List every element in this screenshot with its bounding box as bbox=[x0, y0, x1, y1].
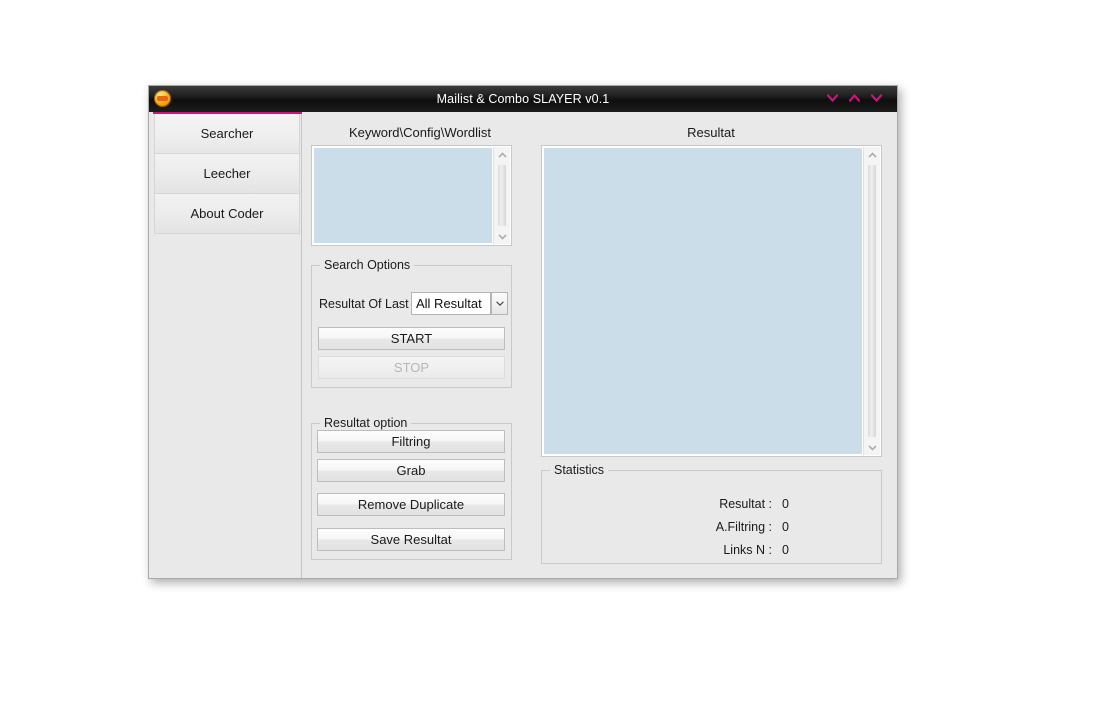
sidebar-item-about-coder[interactable]: About Coder bbox=[154, 194, 300, 234]
minimize-button[interactable] bbox=[823, 90, 841, 108]
filtring-button[interactable]: Filtring bbox=[317, 430, 505, 453]
sidebar-item-label: Leecher bbox=[204, 166, 251, 181]
left-panel: Keyword\Config\Wordlist Search Options bbox=[303, 112, 537, 578]
resultat-of-last-select[interactable]: All Resultat bbox=[411, 292, 491, 315]
start-button[interactable]: START bbox=[318, 327, 505, 350]
wordlist-scrollbar[interactable] bbox=[493, 147, 510, 244]
save-resultat-button[interactable]: Save Resultat bbox=[317, 528, 505, 551]
sidebar: Searcher Leecher About Coder bbox=[149, 112, 302, 578]
right-panel: Resultat Statistics Resulta bbox=[537, 112, 897, 578]
statistics-group: Statistics Resultat : 0 A.Filtring : 0 L… bbox=[541, 470, 882, 564]
chevron-down-icon[interactable] bbox=[491, 292, 508, 315]
grab-button[interactable]: Grab bbox=[317, 459, 505, 482]
resultat-caption: Resultat bbox=[537, 125, 885, 140]
application-window: Mailist & Combo SLAYER v0.1 Searcher bbox=[148, 85, 898, 579]
remove-duplicate-button[interactable]: Remove Duplicate bbox=[317, 493, 505, 516]
statistics-title: Statistics bbox=[550, 463, 608, 477]
resultat-output[interactable] bbox=[544, 148, 862, 454]
resultat-scrollbar[interactable] bbox=[863, 147, 880, 455]
scroll-down-icon[interactable] bbox=[494, 229, 510, 244]
stat-label-links-n: Links N : bbox=[542, 543, 772, 557]
table-row: Resultat : 0 bbox=[542, 497, 881, 517]
sidebar-item-label: Searcher bbox=[201, 126, 254, 141]
resultat-textarea-frame bbox=[541, 145, 882, 457]
table-row: A.Filtring : 0 bbox=[542, 520, 881, 540]
window-client-area: Searcher Leecher About Coder Keyword\Con… bbox=[149, 112, 897, 578]
stop-button[interactable]: STOP bbox=[318, 356, 505, 379]
stat-value-resultat: 0 bbox=[782, 497, 789, 511]
stat-label-resultat: Resultat : bbox=[542, 497, 772, 511]
stat-value-links-n: 0 bbox=[782, 543, 789, 557]
window-title: Mailist & Combo SLAYER v0.1 bbox=[149, 86, 897, 112]
stat-label-afiltring: A.Filtring : bbox=[542, 520, 772, 534]
scroll-up-icon[interactable] bbox=[494, 147, 510, 162]
chevron-up-icon bbox=[849, 94, 860, 102]
table-row: Links N : 0 bbox=[542, 543, 881, 563]
title-bar[interactable]: Mailist & Combo SLAYER v0.1 bbox=[149, 86, 897, 112]
search-options-title: Search Options bbox=[320, 258, 414, 272]
sidebar-item-leecher[interactable]: Leecher bbox=[154, 154, 300, 194]
scroll-down-icon[interactable] bbox=[864, 440, 880, 455]
maximize-button[interactable] bbox=[845, 90, 863, 108]
chevron-down-icon bbox=[827, 94, 838, 102]
stat-value-afiltring: 0 bbox=[782, 520, 789, 534]
scroll-up-icon[interactable] bbox=[864, 147, 880, 162]
scrollbar-thumb[interactable] bbox=[868, 165, 876, 437]
wordlist-input[interactable] bbox=[314, 148, 492, 243]
chevron-down-icon bbox=[871, 94, 882, 102]
resultat-of-last-label: Resultat Of Last bbox=[319, 297, 409, 311]
wordlist-textarea-frame bbox=[311, 145, 512, 246]
resultat-option-title: Resultat option bbox=[320, 416, 411, 430]
sidebar-item-label: About Coder bbox=[191, 206, 264, 221]
close-button[interactable] bbox=[867, 90, 885, 108]
resultat-option-group: Resultat option Filtring Grab Remove Dup… bbox=[311, 423, 512, 560]
scrollbar-thumb[interactable] bbox=[498, 165, 506, 226]
wordlist-caption: Keyword\Config\Wordlist bbox=[303, 125, 537, 140]
search-options-group: Search Options Resultat Of Last All Resu… bbox=[311, 265, 512, 388]
sidebar-item-searcher[interactable]: Searcher bbox=[154, 114, 300, 154]
